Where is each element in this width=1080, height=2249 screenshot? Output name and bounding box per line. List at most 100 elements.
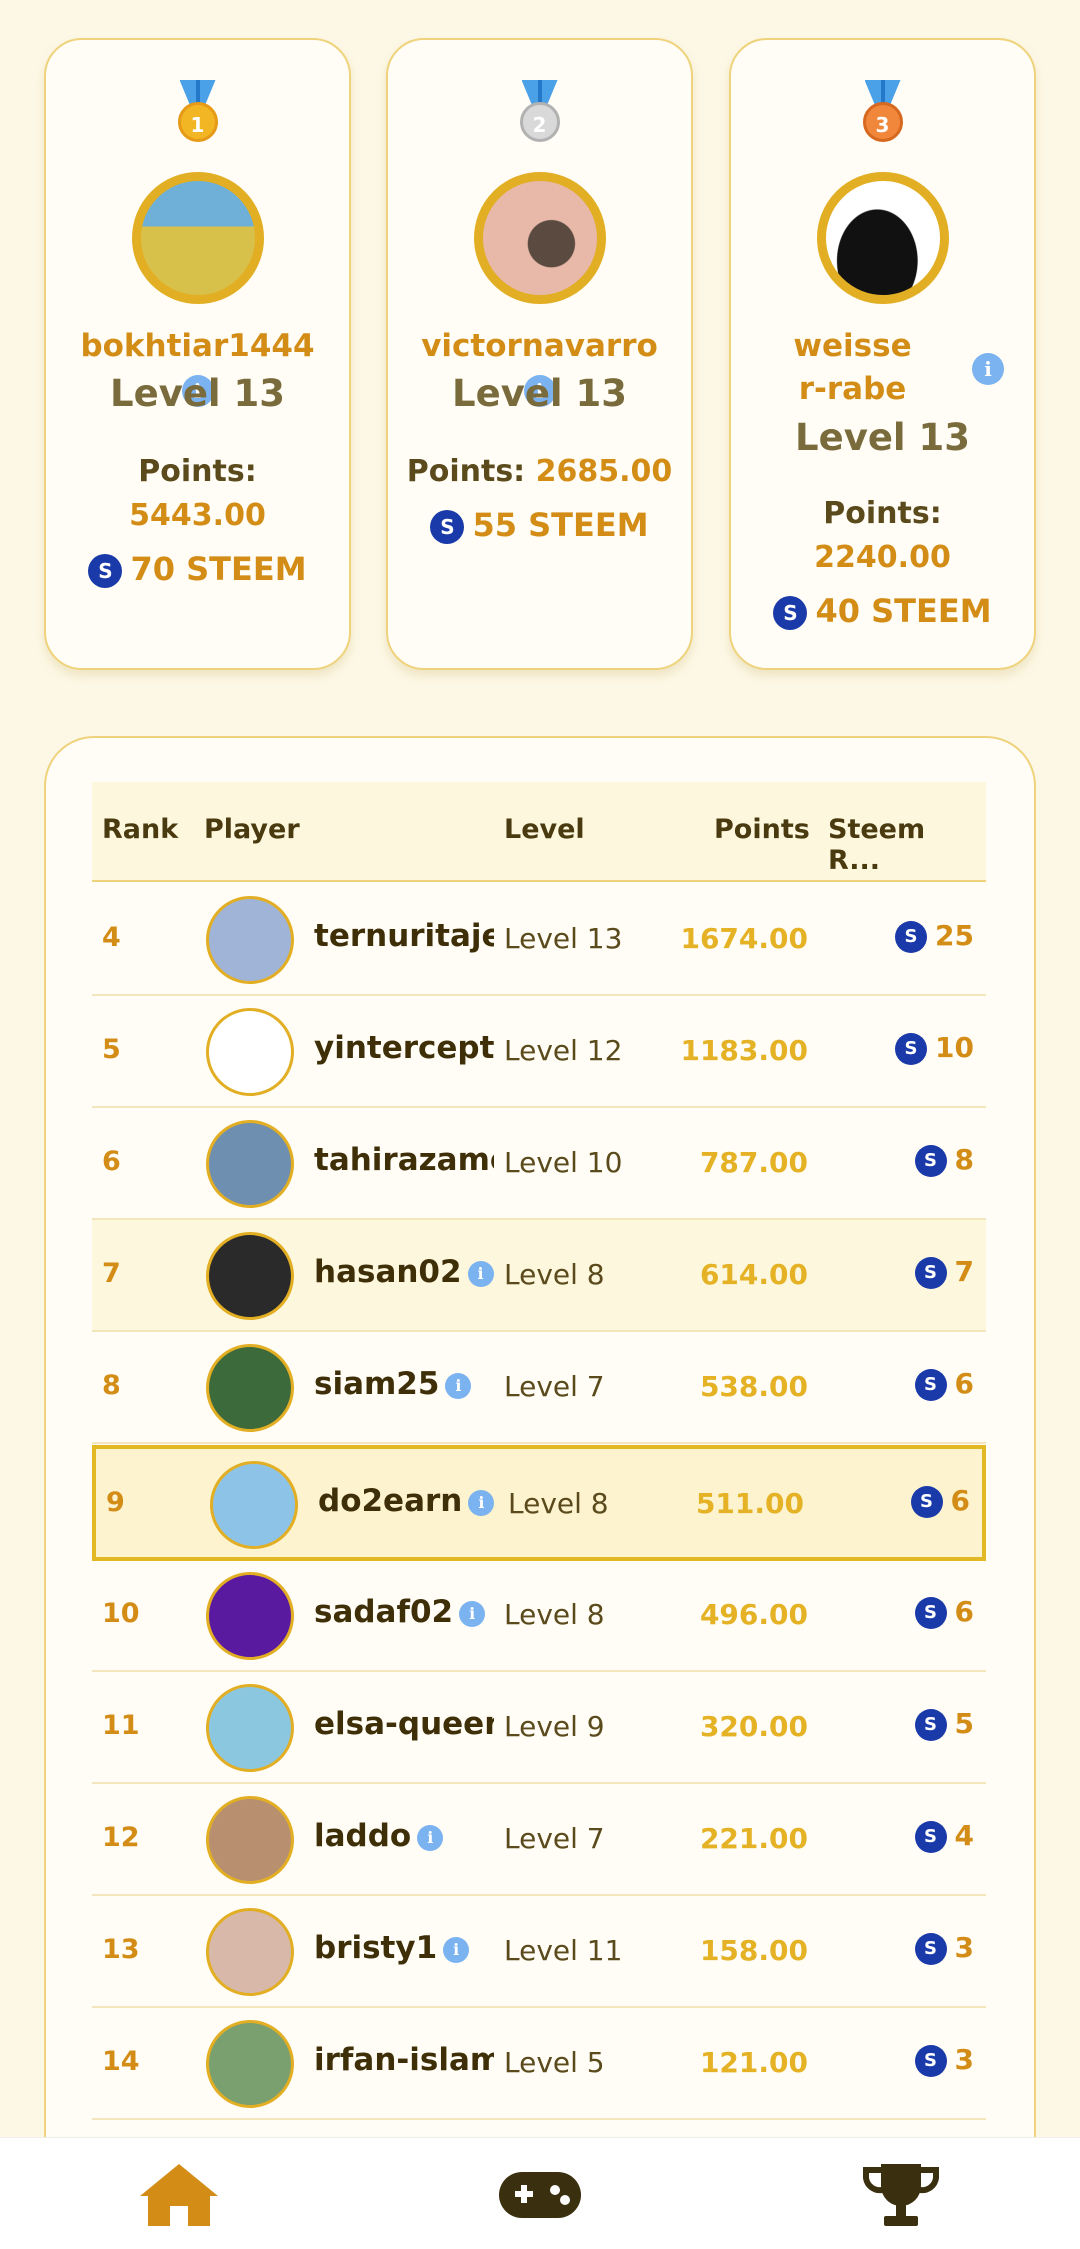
row-player[interactable]: tahirazamoi [314, 1142, 494, 1178]
player-points: Points: 5443.00 [129, 454, 266, 533]
row-player[interactable]: laddo i [314, 1818, 494, 1854]
row-player[interactable]: siam25 i [314, 1366, 494, 1402]
info-icon[interactable]: i [468, 1489, 495, 1516]
avatar[interactable] [131, 172, 264, 304]
table-row[interactable]: 6 tahirazamoi Level 10 787.00 S8 [92, 1108, 986, 1220]
avatar[interactable] [206, 1796, 294, 1884]
header-steem-reward[interactable]: Steem R... [828, 814, 986, 876]
home-icon[interactable] [134, 2158, 224, 2230]
table-row[interactable]: 11 elsa-queeni Level 9 320.00 S5 [92, 1672, 986, 1784]
row-player[interactable]: elsa-queeni [314, 1706, 494, 1742]
table-row[interactable]: 10 sadaf02 i Level 8 496.00 S 6 [92, 1560, 986, 1672]
table-row[interactable]: 4 ternuritajesi Level 13 1674.00 S25 [92, 884, 986, 996]
row-points: 320.00 [699, 1710, 808, 1743]
row-rank: 6 [102, 1146, 121, 1177]
leaderboard-table: Rank Player Level Points Steem R... 4 ter… [44, 736, 1036, 2249]
steem-icon: S [914, 1145, 947, 1177]
info-icon[interactable]: i [467, 1260, 494, 1287]
row-rank: 7 [102, 1258, 121, 1289]
podium-card-1[interactable]: 1 bokhtiar1444 i Level 13 Points: 5443.0… [44, 38, 351, 670]
row-steem-reward: S4 [914, 1819, 974, 1853]
steem-reward: S 70 STEEM [46, 550, 349, 588]
header-level[interactable]: Level [504, 814, 585, 845]
table-row[interactable]: 14 irfan-islami Level 5 121.00 S3 [92, 2008, 986, 2120]
steem-icon: S [88, 554, 123, 588]
table-row[interactable]: 8 siam25 i Level 7 538.00 S 6 [92, 1332, 986, 1444]
row-points: 221.00 [699, 1822, 808, 1855]
row-level: Level 8 [504, 1598, 605, 1631]
row-steem-reward: S5 [914, 1707, 974, 1741]
row-steem-reward: S3 [914, 2043, 974, 2077]
table-row[interactable]: 13 bristy1 i Level 11 158.00 S 3 [92, 1896, 986, 2008]
avatar[interactable] [206, 1008, 294, 1096]
row-points: 787.00 [699, 1146, 808, 1179]
steem-icon: S [914, 1369, 947, 1401]
steem-icon: S [914, 1933, 947, 1965]
row-player[interactable]: hasan02 i [314, 1254, 494, 1290]
row-level: Level 8 [504, 1258, 605, 1291]
steem-icon: S [430, 510, 465, 544]
info-icon[interactable]: i [443, 1936, 470, 1963]
row-steem-reward: S3 [914, 1931, 974, 1965]
info-icon[interactable]: i [459, 1600, 486, 1627]
row-points: 1183.00 [680, 1034, 808, 1067]
steem-reward: S 55 STEEM [388, 506, 691, 544]
player-name[interactable]: weisser-rabe i [751, 325, 1014, 411]
avatar[interactable] [206, 1120, 294, 1208]
table-row[interactable]: 5 yintercepti Level 12 1183.00 S10 [92, 996, 986, 1108]
silver-medal-icon: 2 [518, 80, 562, 144]
row-points: 511.00 [695, 1487, 804, 1520]
table-header: Rank Player Level Points Steem R... [92, 782, 986, 882]
row-player[interactable]: sadaf02 i [314, 1594, 494, 1630]
row-rank: 11 [102, 1710, 140, 1741]
table-row[interactable]: 9 do2earn i Level 8 511.00 S 6 [92, 1445, 986, 1561]
header-player[interactable]: Player [204, 814, 300, 845]
gamepad-icon[interactable] [495, 2158, 585, 2230]
row-rank: 4 [102, 922, 121, 953]
row-rank: 10 [102, 1598, 140, 1629]
avatar[interactable] [210, 1461, 298, 1549]
row-rank: 8 [102, 1370, 121, 1401]
row-player[interactable]: ternuritajesi [314, 918, 494, 954]
player-level: Level 13 [110, 372, 285, 415]
row-rank: 9 [106, 1487, 125, 1518]
table-row[interactable]: 12 laddo i Level 7 221.00 S 4 [92, 1784, 986, 1896]
row-steem-reward: S 25 [895, 919, 974, 953]
steem-reward: S 40 STEEM [731, 592, 1034, 630]
avatar[interactable] [206, 896, 294, 984]
row-steem-reward: S7 [914, 1255, 974, 1289]
row-rank: 12 [102, 1822, 140, 1853]
info-icon[interactable]: i [445, 1372, 472, 1399]
row-player[interactable]: irfan-islami [314, 2042, 494, 2078]
avatar[interactable] [206, 1572, 294, 1660]
row-player[interactable]: do2earn i [318, 1483, 498, 1519]
podium-card-2[interactable]: 2 victornavarro i Level 13 Points: 2685.… [386, 38, 693, 670]
player-level: Level 13 [795, 416, 970, 459]
row-points: 614.00 [699, 1258, 808, 1291]
gold-medal-icon: 1 [176, 80, 220, 144]
row-points: 538.00 [699, 1370, 808, 1403]
row-points: 1674.00 [680, 922, 808, 955]
row-steem-reward: S 10 [895, 1031, 974, 1065]
row-player[interactable]: yintercepti [314, 1030, 494, 1066]
row-level: Level 11 [504, 1934, 623, 1967]
avatar[interactable] [816, 172, 949, 304]
info-icon[interactable]: i [417, 1824, 444, 1851]
avatar[interactable] [206, 1344, 294, 1432]
info-icon[interactable]: i [972, 353, 1004, 385]
avatar[interactable] [473, 172, 606, 304]
trophy-icon[interactable] [856, 2158, 946, 2230]
header-points[interactable]: Points [714, 814, 810, 845]
table-row[interactable]: 7 hasan02 i Level 8 614.00 S 7 [92, 1220, 986, 1332]
header-rank[interactable]: Rank [102, 814, 178, 845]
avatar[interactable] [206, 1684, 294, 1772]
player-points: Points: 2240.00 [814, 496, 951, 575]
podium-card-3[interactable]: 3 weisser-rabe i Level 13 Points: 2240.0… [729, 38, 1036, 670]
avatar[interactable] [206, 1908, 294, 1996]
steem-icon: S [914, 1821, 947, 1853]
row-level: Level 7 [504, 1370, 605, 1403]
row-level: Level 5 [504, 2046, 605, 2079]
avatar[interactable] [206, 2020, 294, 2108]
row-player[interactable]: bristy1 i [314, 1930, 494, 1966]
avatar[interactable] [206, 1232, 294, 1320]
